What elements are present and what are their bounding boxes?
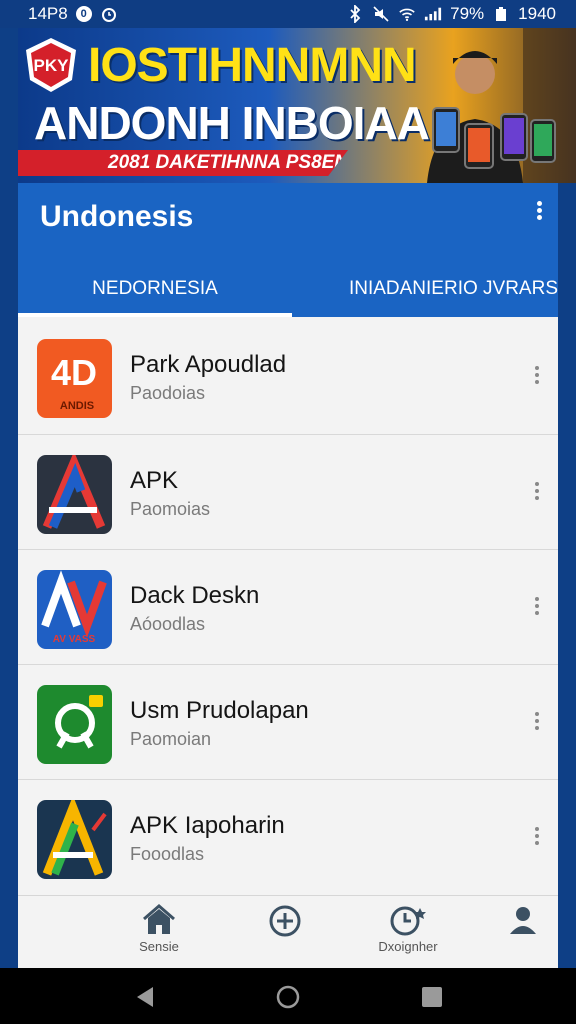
notification-circle-icon: 0 xyxy=(75,6,92,22)
tab-bar: NEDORNESIA INIADANIERIO JVRARS xyxy=(18,261,558,317)
nav-label: Dxoignher xyxy=(378,939,438,954)
bottom-nav: Sensie Dxoignher xyxy=(18,895,558,968)
home-circle-icon[interactable] xyxy=(276,985,300,1009)
battery-icon xyxy=(492,5,510,23)
recents-icon[interactable] xyxy=(420,985,444,1009)
system-nav-bar xyxy=(0,968,576,1024)
list-item[interactable]: Usm Prudolapan Paomoian xyxy=(18,664,558,779)
overflow-menu-icon[interactable] xyxy=(534,199,544,223)
banner-person-image xyxy=(413,28,576,183)
more-vert-icon[interactable] xyxy=(532,594,542,624)
apk-green-app-icon xyxy=(37,800,112,879)
av-app-icon: AV VASS xyxy=(37,570,112,649)
status-left-text: 14P8 xyxy=(28,4,68,23)
tab-nedornesia[interactable]: NEDORNESIA xyxy=(18,261,292,317)
banner-logo-text: PKY xyxy=(34,56,70,75)
banner-logo: PKY xyxy=(22,36,80,94)
app-list: 4D ANDIS Park Apoudlad Paodoias APK Paom… xyxy=(18,319,558,894)
app-card: Undonesis NEDORNESIA INIADANIERIO JVRARS… xyxy=(18,183,558,968)
add-circle-icon xyxy=(269,905,301,937)
status-bar: 14P8 0 79% 1940 xyxy=(0,0,576,28)
list-item[interactable]: APK Iapoharin Fooodlas xyxy=(18,779,558,894)
app-subtitle: Paomoian xyxy=(130,729,212,749)
app-subtitle: Paodoias xyxy=(130,383,206,403)
app-icon-text: 4D xyxy=(51,352,97,393)
battery-percent: 79% xyxy=(450,4,485,23)
more-vert-icon[interactable] xyxy=(532,824,542,854)
nav-label: Sensie xyxy=(139,939,179,954)
bluetooth-icon xyxy=(346,5,364,23)
app-subtitle: Fooodlas xyxy=(130,844,205,864)
app-name: Usm Prudolapan xyxy=(130,697,309,724)
app-name: APK xyxy=(130,467,179,494)
alarm-icon xyxy=(100,5,118,23)
clock-time: 1940 xyxy=(518,4,556,23)
promo-banner[interactable]: PKY IOSTIHNNMNN ANDONH INBOIAA 2081 DAKE… xyxy=(18,28,576,183)
list-item[interactable]: 4D ANDIS Park Apoudlad Paodoias xyxy=(18,319,558,434)
status-right: 79% 1940 xyxy=(346,4,556,24)
mute-icon xyxy=(372,5,390,23)
app-subtitle: Aóoodlas xyxy=(130,614,206,634)
nav-profile[interactable] xyxy=(478,904,558,964)
list-item[interactable]: AV VASS Dack Deskn Aóoodlas xyxy=(18,549,558,664)
4d-app-icon: 4D ANDIS xyxy=(37,339,112,418)
banner-title: IOSTIHNNMNN xyxy=(88,39,417,92)
apk-a-app-icon xyxy=(37,455,112,534)
banner-ribbon: 2081 DAKETIHNNA PS8EN xyxy=(18,150,348,176)
tab-iniadanierio[interactable]: INIADANIERIO JVRARS xyxy=(292,261,558,317)
more-vert-icon[interactable] xyxy=(532,479,542,509)
nav-add[interactable] xyxy=(240,904,330,964)
app-icon-caption: AV VASS xyxy=(53,634,96,645)
app-bar: Undonesis NEDORNESIA INIADANIERIO JVRARS xyxy=(18,183,558,317)
home-icon xyxy=(143,904,175,934)
clock-icon xyxy=(390,906,426,936)
app-title: Undonesis xyxy=(40,200,194,233)
p-app-icon xyxy=(37,685,112,764)
status-left: 14P8 0 xyxy=(28,4,118,24)
app-name: Park Apoudlad xyxy=(130,351,287,378)
more-vert-icon[interactable] xyxy=(532,709,542,739)
tab-label: INIADANIERIO JVRARS xyxy=(348,278,558,299)
app-name: APK Iapoharin xyxy=(130,812,285,839)
wifi-icon xyxy=(398,5,416,23)
notification-badge-text: 0 xyxy=(80,8,87,20)
banner-subtitle: ANDONH INBOIAA xyxy=(34,97,430,149)
nav-clock[interactable]: Dxoignher xyxy=(363,904,453,964)
app-name: Dack Deskn xyxy=(130,582,260,609)
signal-icon xyxy=(424,5,442,23)
list-item[interactable]: APK Paomoias xyxy=(18,434,558,549)
more-vert-icon[interactable] xyxy=(532,363,542,393)
nav-home[interactable]: Sensie xyxy=(114,904,204,964)
app-icon-caption: ANDIS xyxy=(60,400,94,412)
profile-icon xyxy=(510,907,536,934)
tab-label: NEDORNESIA xyxy=(92,278,218,299)
back-icon[interactable] xyxy=(133,985,157,1009)
app-subtitle: Paomoias xyxy=(130,499,211,519)
